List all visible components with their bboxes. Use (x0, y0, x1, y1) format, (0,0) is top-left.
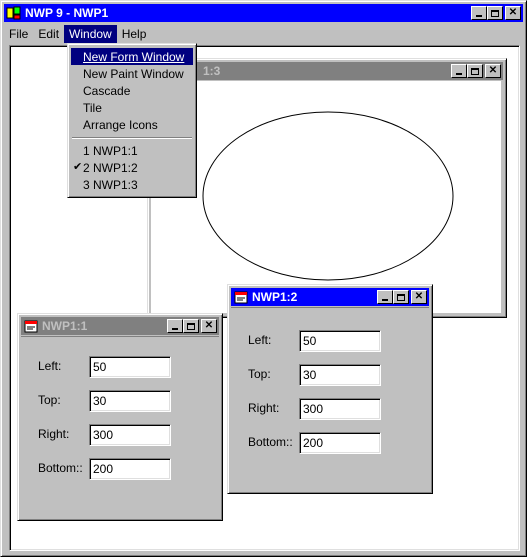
menu-window[interactable]: Window (64, 25, 117, 43)
main-titlebar[interactable]: NWP 9 - NWP1 ✕ (4, 4, 523, 22)
form1-maximize-button[interactable] (183, 319, 199, 333)
field-label-top: Top: (248, 367, 271, 381)
minimize-icon (172, 328, 178, 330)
main-title: NWP 9 - NWP1 (25, 6, 109, 20)
form-window-1: NWP1:1 ✕ Left: 50 Top: 30 Right: 300 Bot… (17, 313, 223, 521)
field-label-right: Right: (248, 401, 280, 415)
form-window-2-titlebar[interactable]: NWP1:2 ✕ (231, 288, 429, 306)
menu-item-tile[interactable]: Tile (71, 99, 193, 116)
form1-close-button[interactable]: ✕ (201, 319, 217, 333)
menu-item-window-2[interactable]: ✔ 2 NWP1:2 (71, 159, 193, 176)
menu-item-arrange-icons[interactable]: Arrange Icons (71, 116, 193, 133)
menu-item-new-paint-window[interactable]: New Paint Window (71, 65, 193, 82)
close-icon: ✕ (488, 65, 498, 76)
maximize-icon (397, 293, 405, 301)
paint-minimize-button[interactable] (451, 64, 467, 78)
right-input[interactable]: 300 (89, 424, 171, 446)
menu-item-label: 3 NWP1:3 (83, 177, 138, 192)
field-label-bottom: Bottom:: (38, 461, 83, 475)
close-button[interactable]: ✕ (505, 6, 521, 20)
bottom-input[interactable]: 200 (89, 458, 171, 480)
paint-maximize-button[interactable] (467, 64, 483, 78)
menu-item-window-1[interactable]: 1 NWP1:1 (71, 142, 193, 159)
close-icon: ✕ (414, 291, 424, 302)
form-window-1-titlebar[interactable]: NWP1:1 ✕ (21, 317, 219, 335)
field-label-top: Top: (38, 393, 61, 407)
top-input[interactable]: 30 (299, 364, 381, 386)
field-label-left: Left: (248, 333, 272, 347)
paint-canvas[interactable] (151, 81, 501, 313)
paint-window: 1:3 ✕ (147, 58, 507, 318)
left-input[interactable]: 50 (299, 330, 381, 352)
left-input[interactable]: 50 (89, 356, 171, 378)
minimize-icon (476, 15, 482, 17)
maximize-icon (187, 322, 195, 330)
paint-window-titlebar[interactable]: 1:3 ✕ (151, 62, 503, 80)
menu-file[interactable]: File (4, 25, 33, 43)
form-2-body: Left: 50 Top: 30 Right: 300 Bottom:: 200 (231, 307, 429, 490)
check-icon: ✔ (73, 161, 83, 173)
field-label-right: Right: (38, 427, 70, 441)
form1-minimize-button[interactable] (167, 319, 183, 333)
paint-close-button[interactable]: ✕ (485, 64, 501, 78)
menu-item-label: New Form Window (83, 49, 185, 64)
menu-item-label: Arrange Icons (83, 117, 158, 132)
form2-maximize-button[interactable] (393, 290, 409, 304)
form-window-1-title: NWP1:1 (42, 319, 88, 333)
minimize-icon (382, 299, 388, 301)
document-icon (233, 290, 249, 304)
minimize-icon (456, 73, 462, 75)
right-input[interactable]: 300 (299, 398, 381, 420)
document-icon (23, 319, 39, 333)
paint-window-title: 1:3 (203, 64, 221, 78)
form-window-2-title: NWP1:2 (252, 290, 298, 304)
field-label-bottom: Bottom:: (248, 435, 293, 449)
menu-item-label: New Paint Window (83, 66, 184, 81)
menu-help[interactable]: Help (117, 25, 152, 43)
maximize-button[interactable] (487, 6, 503, 20)
minimize-button[interactable] (471, 6, 487, 20)
maximize-icon (491, 9, 499, 17)
form2-close-button[interactable]: ✕ (411, 290, 427, 304)
maximize-icon (471, 67, 479, 75)
app-icon (6, 6, 22, 20)
ellipse-shape (202, 111, 454, 281)
form-window-2: NWP1:2 ✕ Left: 50 Top: 30 Right: 300 Bot… (227, 284, 433, 494)
menu-separator (72, 137, 192, 139)
window-menu-dropdown: New Form Window New Paint Window Cascade… (67, 43, 197, 198)
top-input[interactable]: 30 (89, 390, 171, 412)
menu-edit[interactable]: Edit (33, 25, 64, 43)
menu-item-label: Cascade (83, 83, 131, 98)
close-icon: ✕ (204, 320, 214, 331)
close-icon: ✕ (508, 7, 518, 18)
bottom-input[interactable]: 200 (299, 432, 381, 454)
menu-item-cascade[interactable]: Cascade (71, 82, 193, 99)
form2-minimize-button[interactable] (377, 290, 393, 304)
menu-item-label: Tile (83, 100, 102, 115)
menu-item-window-3[interactable]: 3 NWP1:3 (71, 176, 193, 193)
menu-bar: File Edit Window Help (4, 24, 523, 44)
menu-item-label: 1 NWP1:1 (83, 143, 138, 158)
menu-item-new-form-window[interactable]: New Form Window (71, 48, 193, 65)
form-1-body: Left: 50 Top: 30 Right: 300 Bottom:: 200 (21, 336, 219, 517)
menu-item-label: 2 NWP1:2 (83, 160, 138, 175)
field-label-left: Left: (38, 359, 62, 373)
